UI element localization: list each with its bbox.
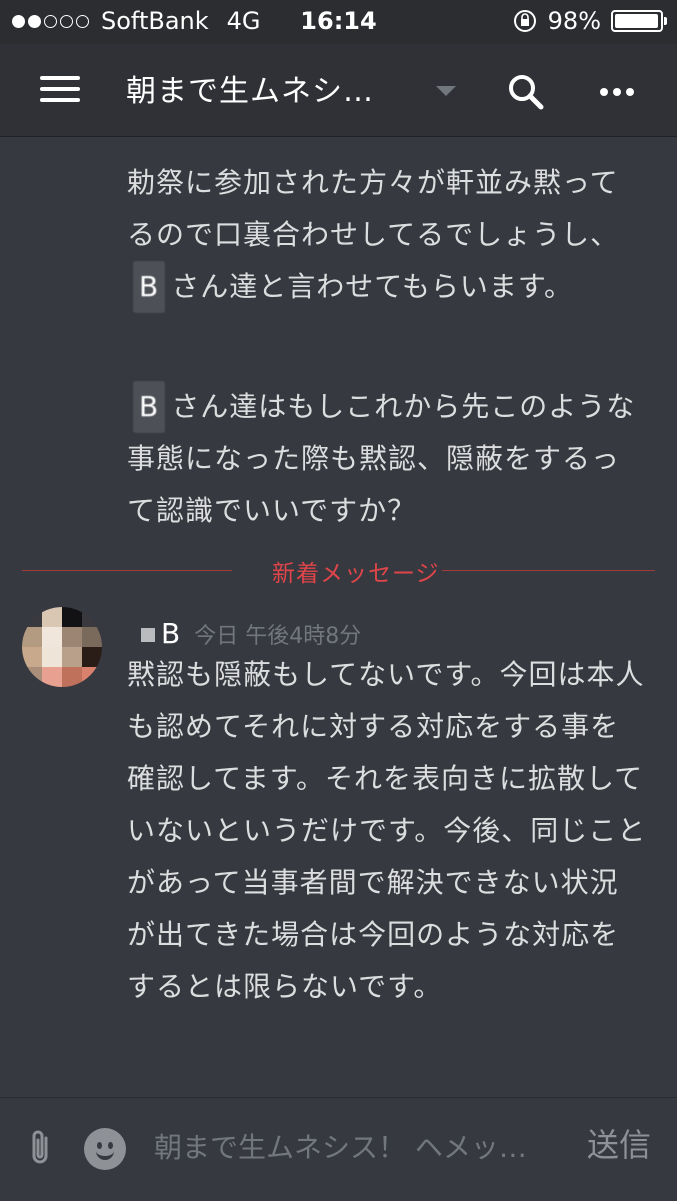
message-text-part: さん達はもしこれから先このような事態になった際も黙認、隠蔽をするって認識でいいで… [127,390,636,527]
orientation-lock-icon [513,10,536,32]
message-text: 黙認も隠蔽もしてないです。今回は本人も認めてそれに対する対応をする事を確認してま… [127,658,647,1003]
send-button[interactable]: 送信 [587,1120,651,1166]
search-icon[interactable] [506,72,546,112]
message-timestamp: 今日 午後4時8分 [194,623,362,649]
author-name[interactable]: B [141,617,180,650]
status-bar: SoftBank 4G 16:14 98% [0,0,677,44]
message-text-part: 勅祭に参加された方々が軒並み黙ってるので口裏合わせしてるでしょうし、 [127,166,620,251]
message-text-part: さん達と言わせてもらいます。 [171,270,574,303]
message-text: 勅祭に参加された方々が軒並み黙ってるので口裏合わせしてるでしょうし、 B さん達と言… [127,157,647,313]
emoji-icon[interactable] [84,1128,126,1170]
hamburger-menu-icon[interactable] [40,76,80,106]
avatar[interactable] [22,607,102,687]
app-bar: 朝まで生ムネシ… [0,44,677,137]
new-messages-divider: 新着メッセージ [22,561,655,587]
channel-title[interactable]: 朝まで生ムネシ… [126,66,374,110]
battery-icon [611,10,667,32]
message-input[interactable] [152,1126,561,1168]
new-messages-label: 新着メッセージ [272,561,440,587]
user-mention[interactable]: B [133,381,166,433]
message-text: B さん達はもしこれから先このような事態になった際も黙認、隠蔽をするって認識でいい… [127,381,647,537]
status-right: 98% [512,7,667,35]
message-composer: 送信 [0,1097,677,1201]
message-header: B 今日 午後4時8分 [141,617,361,650]
user-mention[interactable]: B [133,261,166,313]
battery-percent: 98% [547,7,601,35]
more-icon[interactable] [600,88,634,96]
dropdown-icon[interactable] [436,86,456,96]
paperclip-icon[interactable] [26,1128,56,1168]
